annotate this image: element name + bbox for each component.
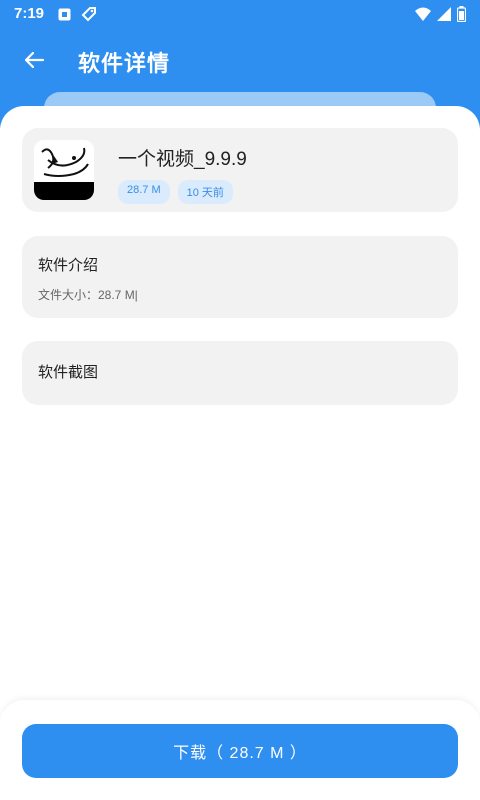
signal-icon [437,7,451,21]
page-title: 软件详情 [78,51,171,76]
app-icon [34,140,94,200]
notification-square-icon [58,8,71,20]
status-bar: 7:19 [0,0,480,28]
tag-icon [81,7,96,22]
app-tags: 28.7 M 10 天前 [118,180,233,204]
arrow-left-icon [24,51,45,69]
size-badge: 28.7 M [118,180,170,204]
battery-icon [457,6,466,22]
back-button[interactable] [18,44,50,76]
status-right-icons [415,6,466,22]
intro-card: 软件介绍 文件大小：28.7 M| [22,236,458,318]
download-label: 下载（ 28.7 M ） [173,745,307,762]
screenshots-card: 软件截图 [22,341,458,405]
app-bar: 软件详情 [0,28,480,92]
download-button[interactable]: 下载（ 28.7 M ） [22,724,458,778]
status-left-icons [58,6,97,22]
screenshots-title: 软件截图 [38,364,99,381]
app-info-card: 一个视频_9.9.9 28.7 M 10 天前 [22,128,458,212]
wifi-icon [415,7,431,21]
app-logo-icon [34,140,94,200]
status-time: 7:19 [14,5,45,22]
intro-title: 软件介绍 [38,257,99,274]
app-name: 一个视频_9.9.9 [118,149,247,170]
time-badge: 10 天前 [177,180,233,204]
file-size-text: 文件大小：28.7 M| [38,288,138,302]
